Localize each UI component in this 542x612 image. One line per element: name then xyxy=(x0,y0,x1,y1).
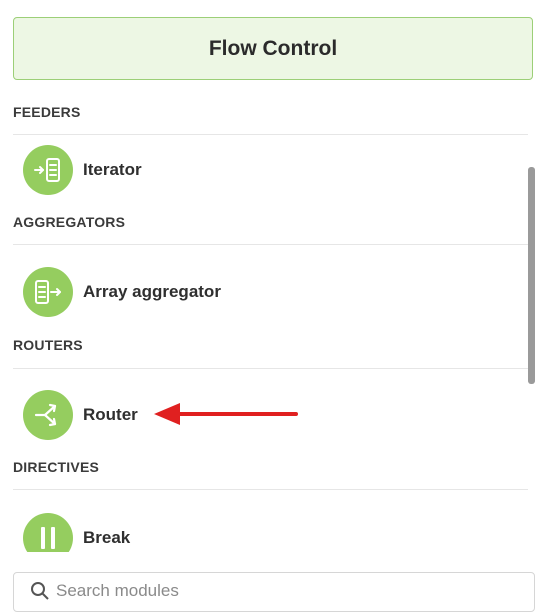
module-item-router[interactable]: Router xyxy=(23,390,138,440)
page-title: Flow Control xyxy=(208,36,338,60)
module-label: Break xyxy=(83,528,131,547)
iterator-icon xyxy=(23,145,73,195)
module-label: Iterator xyxy=(83,160,142,179)
divider xyxy=(13,489,528,490)
module-item-break[interactable]: Break xyxy=(23,513,130,552)
annotation-arrow-icon xyxy=(154,403,298,425)
divider xyxy=(13,244,528,245)
section-title-directives: DIRECTIVES xyxy=(13,459,100,475)
module-list: FEEDERS Iterator AGGREGATORS Array aggre… xyxy=(13,92,528,552)
section-title-aggregators: AGGREGATORS xyxy=(13,214,126,230)
module-label: Array aggregator xyxy=(83,282,221,301)
module-item-iterator[interactable]: Iterator xyxy=(23,145,142,195)
section-title-feeders: FEEDERS xyxy=(13,104,81,120)
router-icon xyxy=(23,390,73,440)
flow-control-header: Flow Control xyxy=(13,17,533,80)
module-label: Router xyxy=(83,405,138,424)
break-icon xyxy=(23,513,73,552)
scrollbar[interactable] xyxy=(528,167,535,384)
module-item-array-aggregator[interactable]: Array aggregator xyxy=(23,267,221,317)
search-icon xyxy=(31,582,49,600)
divider xyxy=(13,368,528,369)
search-box[interactable] xyxy=(13,572,535,612)
search-input[interactable] xyxy=(56,581,496,601)
section-title-routers: ROUTERS xyxy=(13,337,83,353)
divider xyxy=(13,134,528,135)
array-aggregator-icon xyxy=(23,267,73,317)
